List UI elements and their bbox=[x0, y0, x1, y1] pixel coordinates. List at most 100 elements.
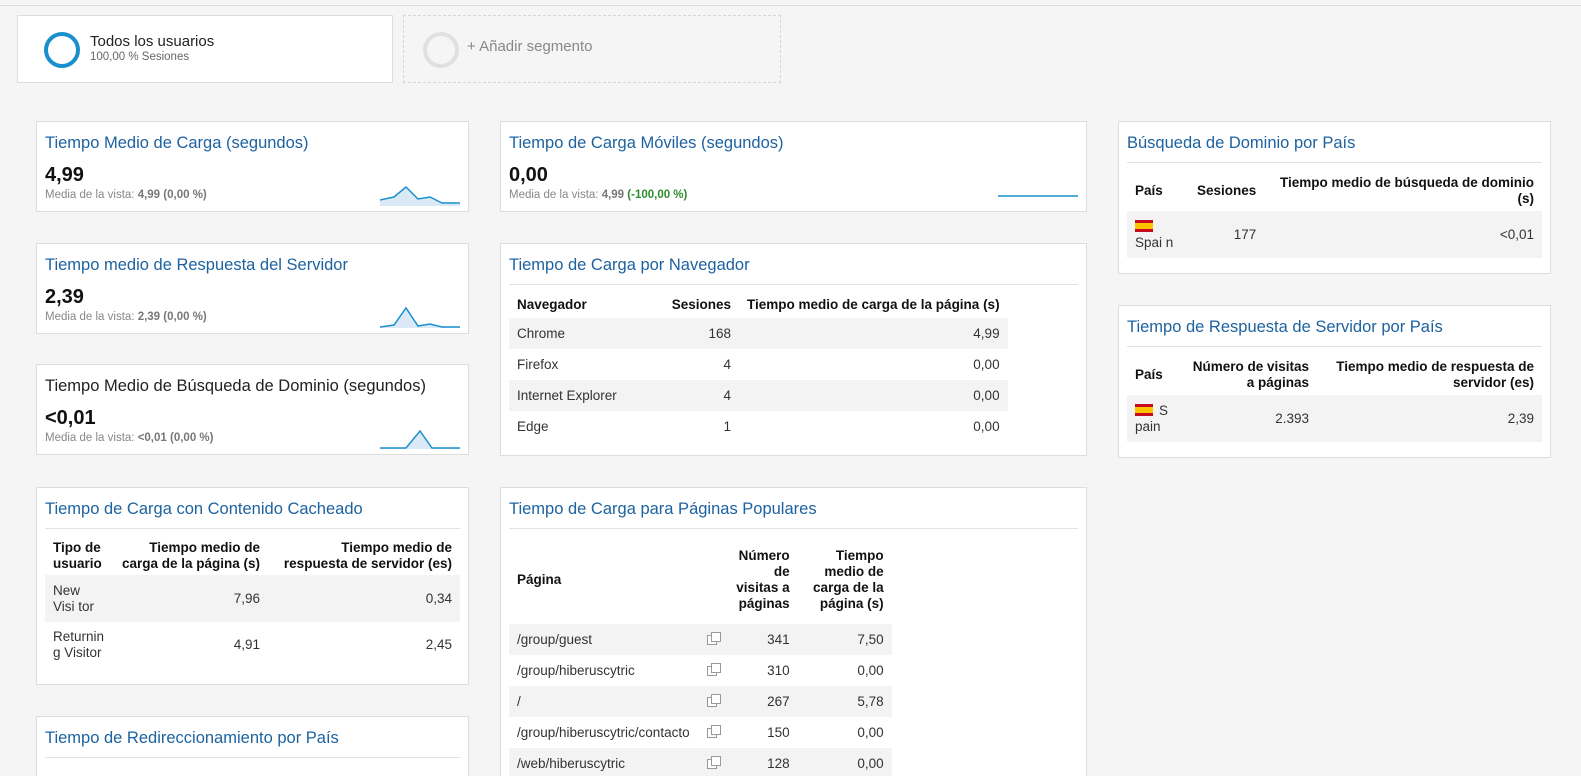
table-header-row: Navegador Sesiones Tiempo medio de carga… bbox=[509, 292, 1008, 318]
table-cell[interactable]: / bbox=[509, 686, 698, 717]
browser-table: Navegador Sesiones Tiempo medio de carga… bbox=[509, 292, 1008, 442]
table-cell: 341 bbox=[727, 624, 798, 655]
title-divider bbox=[1127, 346, 1542, 347]
card-title[interactable]: Tiempo medio de Respuesta del Servidor bbox=[45, 256, 348, 275]
column-header[interactable]: Tiempo medio de respuesta de servidor (e… bbox=[268, 536, 460, 575]
segment-ring-icon bbox=[44, 32, 80, 68]
column-header[interactable]: Navegador bbox=[509, 292, 659, 318]
table-row: / 267 5,78 bbox=[509, 686, 892, 717]
external-link-icon[interactable] bbox=[698, 655, 728, 686]
column-header[interactable]: Tiempo medio de búsqueda de dominio (s) bbox=[1264, 170, 1542, 211]
table-cell: 0,00 bbox=[857, 662, 884, 678]
card-title[interactable]: Tiempo de Carga para Páginas Populares bbox=[509, 500, 817, 519]
title-divider bbox=[1127, 162, 1542, 163]
external-link-icon[interactable] bbox=[698, 717, 728, 748]
metric-card-dns-lookup: Tiempo Medio de Búsqueda de Dominio (seg… bbox=[36, 364, 469, 455]
browser-load-card: Tiempo de Carga por Navegador Navegador … bbox=[500, 243, 1087, 456]
title-divider bbox=[45, 757, 460, 758]
column-header[interactable]: País bbox=[1127, 170, 1189, 211]
popular-pages-card: Tiempo de Carga para Páginas Populares P… bbox=[500, 487, 1087, 776]
table-cell[interactable]: Spai n bbox=[1127, 211, 1189, 258]
column-header[interactable]: Tipo de usuario bbox=[45, 536, 112, 575]
table-header-row: Página Número de visitas a páginas Tiemp… bbox=[509, 536, 892, 624]
table-row: Firefox 4 0,00 bbox=[509, 349, 1008, 380]
column-header-spacer bbox=[698, 536, 728, 624]
column-header[interactable]: Tiempo medio de carga de la página (s) bbox=[112, 536, 268, 575]
metric-average: Media de la vista: 4,99 (0,00 %) bbox=[45, 189, 207, 201]
metric-card-mobile-load: Tiempo de Carga Móviles (segundos) 0,00 … bbox=[500, 121, 1087, 212]
table-cell: 0,34 bbox=[268, 575, 460, 622]
add-segment-button[interactable]: + Añadir segmento bbox=[403, 15, 781, 83]
column-header[interactable]: Sesiones bbox=[659, 292, 739, 318]
metric-average: Media de la vista: <0,01 (0,00 %) bbox=[45, 432, 214, 444]
card-title[interactable]: Tiempo de Redireccionamiento por País bbox=[45, 729, 339, 748]
table-cell: 4,91 bbox=[233, 637, 261, 652]
column-header[interactable]: Número de visitas a páginas bbox=[1177, 354, 1317, 395]
card-title[interactable]: Tiempo de Carga Móviles (segundos) bbox=[509, 134, 784, 153]
card-title[interactable]: Tiempo de Carga por Navegador bbox=[509, 256, 750, 275]
table-cell: Chrome bbox=[509, 318, 659, 349]
table-cell: 5,78 bbox=[797, 686, 892, 717]
table-cell: New Visi tor bbox=[45, 575, 113, 622]
metric-card-load-time: Tiempo Medio de Carga (segundos) 4,99 Me… bbox=[36, 121, 469, 212]
server-response-country-card: Tiempo de Respuesta de Servidor por País… bbox=[1118, 305, 1551, 458]
card-title[interactable]: Búsqueda de Dominio por País bbox=[1127, 134, 1355, 153]
table-header-row: Tipo de usuario Tiempo medio de carga de… bbox=[45, 536, 460, 575]
title-divider bbox=[45, 528, 460, 529]
table-cell: 0,00 bbox=[973, 418, 1000, 434]
table-cell: Returnin g Visitor bbox=[53, 629, 105, 660]
table-row: /group/guest 341 7,50 bbox=[509, 624, 892, 655]
column-header[interactable]: País bbox=[1127, 354, 1177, 395]
table-cell: 1 bbox=[723, 418, 731, 434]
metric-value: 2,39 bbox=[45, 286, 84, 308]
table-cell: 2,39 bbox=[1317, 395, 1542, 442]
column-header[interactable]: Tiempo medio de respuesta de servidor (e… bbox=[1317, 354, 1542, 395]
table-cell[interactable]: /group/hiberuscytric bbox=[509, 655, 698, 686]
table-cell: 128 bbox=[727, 748, 798, 776]
table-cell: 0,00 bbox=[739, 380, 1008, 411]
table-cell: 4 bbox=[659, 380, 739, 411]
external-link-icon[interactable] bbox=[697, 686, 728, 717]
sparkline-chart bbox=[998, 195, 1078, 197]
table-cell[interactable]: /web/hiberuscytric bbox=[509, 748, 698, 776]
table-cell: Firefox bbox=[517, 356, 559, 372]
table-cell: 7,50 bbox=[797, 624, 892, 655]
cached-content-card: Tiempo de Carga con Contenido Cacheado T… bbox=[36, 487, 469, 685]
table-cell: Edge bbox=[517, 418, 549, 434]
external-link-icon[interactable] bbox=[697, 748, 728, 776]
column-header[interactable]: Tiempo medio de carga de la página (s) bbox=[798, 536, 892, 624]
card-title[interactable]: Tiempo de Carga con Contenido Cacheado bbox=[45, 500, 363, 519]
metric-value: <0,01 bbox=[45, 407, 96, 429]
card-title[interactable]: Tiempo de Respuesta de Servidor por País bbox=[1127, 318, 1443, 337]
add-segment-label: + Añadir segmento bbox=[467, 38, 593, 55]
card-title[interactable]: Tiempo Medio de Búsqueda de Dominio (seg… bbox=[45, 377, 426, 396]
column-header[interactable]: Sesiones bbox=[1189, 170, 1264, 211]
cached-content-table: Tipo de usuario Tiempo medio de carga de… bbox=[45, 536, 460, 668]
column-header[interactable]: Número de visitas a páginas bbox=[728, 536, 798, 624]
segment-subtitle: 100,00 % Sesiones bbox=[90, 51, 190, 63]
table-row: Chrome 168 4,99 bbox=[509, 318, 1008, 349]
table-cell: 0,00 bbox=[973, 356, 1000, 372]
card-title[interactable]: Tiempo Medio de Carga (segundos) bbox=[45, 134, 309, 153]
metric-value: 0,00 bbox=[509, 164, 548, 186]
table-row: Edge 1 0,00 bbox=[509, 411, 1008, 442]
table-cell[interactable]: /group/hiberuscytric/contacto bbox=[509, 717, 698, 748]
external-link-icon[interactable] bbox=[697, 624, 728, 655]
table-cell: 4 bbox=[723, 356, 731, 372]
column-header[interactable]: Tiempo medio de carga de la página (s) bbox=[739, 292, 1008, 318]
table-row: /group/hiberuscytric 310 0,00 bbox=[509, 655, 892, 686]
domain-lookup-table: País Sesiones Tiempo medio de búsqueda d… bbox=[1127, 170, 1542, 258]
sparkline-chart bbox=[380, 429, 460, 449]
sparkline-chart bbox=[380, 306, 460, 328]
table-cell[interactable]: S pain bbox=[1127, 395, 1177, 442]
segment-all-users[interactable]: Todos los usuarios 100,00 % Sesiones bbox=[17, 15, 393, 83]
table-cell: 168 bbox=[659, 318, 739, 349]
table-cell: 267 bbox=[727, 686, 798, 717]
metric-value: 4,99 bbox=[45, 164, 84, 186]
table-cell: 310 bbox=[767, 662, 790, 678]
table-row: S pain 2.393 2,39 bbox=[1127, 395, 1542, 442]
column-header[interactable]: Página bbox=[509, 536, 698, 624]
spain-flag-icon bbox=[1135, 403, 1153, 416]
table-cell[interactable]: /group/guest bbox=[509, 624, 698, 655]
segment-ring-icon bbox=[423, 32, 459, 68]
